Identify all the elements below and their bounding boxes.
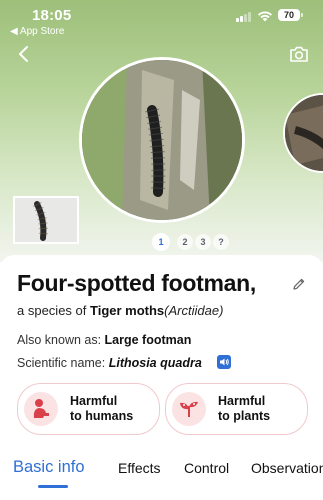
photo-thumbnail[interactable] bbox=[13, 196, 79, 244]
tab-control[interactable]: Control bbox=[184, 460, 229, 476]
also-known-as: Also known as: Large footman bbox=[17, 333, 192, 347]
card-label: Harmful to plants bbox=[218, 394, 271, 423]
back-to-app-store-link[interactable]: ◀ App Store bbox=[10, 26, 64, 37]
scientific-name: Scientific name: Lithosia quadra bbox=[17, 356, 202, 370]
card-label: Harmful to humans bbox=[70, 394, 134, 423]
battery-icon: 70 bbox=[278, 9, 303, 21]
page-dot[interactable]: ? bbox=[213, 234, 229, 250]
next-species-photo[interactable] bbox=[283, 93, 323, 173]
camera-icon[interactable] bbox=[289, 45, 309, 63]
active-tab-indicator bbox=[38, 485, 68, 488]
main-species-photo[interactable] bbox=[79, 57, 245, 223]
species-info-sheet: Four-spotted footman, a species of Tiger… bbox=[0, 255, 323, 500]
tab-basic-info[interactable]: Basic info bbox=[13, 458, 85, 477]
page-dot[interactable]: 2 bbox=[177, 234, 193, 250]
species-photo-header: 18:05 ◀ App Store 70 1 2 3 ? bbox=[0, 0, 323, 262]
status-time: 18:05 bbox=[32, 7, 72, 24]
tab-effects[interactable]: Effects bbox=[118, 460, 161, 476]
plant-icon bbox=[172, 392, 206, 426]
species-title: Four-spotted footman, bbox=[17, 270, 256, 296]
status-bar: 18:05 ◀ App Store 70 bbox=[0, 0, 323, 38]
cellular-signal-icon bbox=[236, 11, 252, 22]
edit-icon[interactable] bbox=[292, 277, 306, 291]
info-tabs: Basic info Effects Control Observations bbox=[0, 455, 323, 491]
harmful-to-humans-card[interactable]: Harmful to humans bbox=[17, 383, 160, 435]
page-dot[interactable]: 1 bbox=[152, 233, 170, 251]
harmful-to-plants-card[interactable]: Harmful to plants bbox=[165, 383, 308, 435]
back-arrow-icon[interactable] bbox=[14, 44, 34, 64]
tab-observations[interactable]: Observations bbox=[251, 460, 323, 476]
family-link[interactable]: Tiger moths bbox=[90, 303, 164, 318]
person-icon bbox=[24, 392, 58, 426]
speaker-icon[interactable] bbox=[217, 355, 231, 369]
page-dot[interactable]: 3 bbox=[195, 234, 211, 250]
wifi-icon bbox=[258, 11, 272, 22]
species-family-line: a species of Tiger moths(Arctiidae) bbox=[17, 303, 224, 318]
